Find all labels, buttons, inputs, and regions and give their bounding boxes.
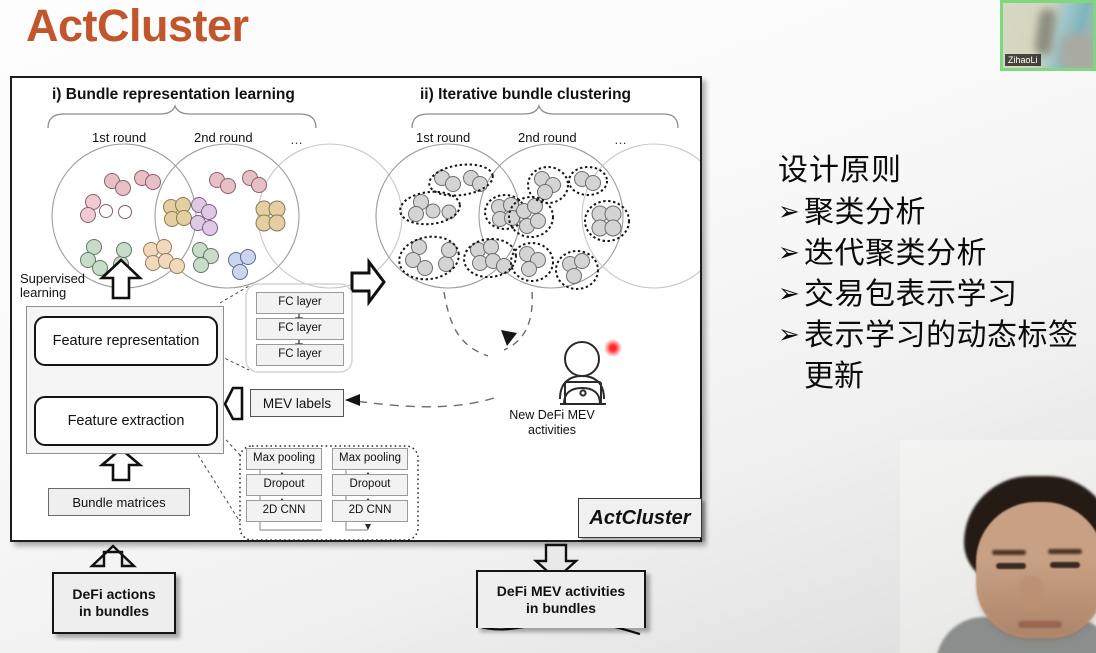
new-defi-mev-caption: New DeFi MEV activities bbox=[509, 408, 595, 437]
chevron-right-icon: ➢ bbox=[778, 238, 801, 268]
defi-mev-activities-box: DeFi MEV activities in bundles bbox=[476, 570, 646, 628]
participant-name-label: ZihaoLi bbox=[1005, 54, 1041, 66]
round-label-right-1: 1st round bbox=[416, 130, 471, 145]
round-label-right-more: … bbox=[614, 132, 628, 147]
bundle-matrices-box: Bundle matrices bbox=[48, 488, 190, 516]
outline-panel: 设计原则 ➢ 聚类分析 ➢ 迭代聚类分析 ➢ 交易包表示学习 ➢ 表示学习的动态… bbox=[778, 150, 1096, 397]
feature-representation-box: Feature representation bbox=[34, 316, 218, 366]
video-figure-blob-secondary bbox=[1059, 33, 1093, 68]
fc-layer-2: FC layer bbox=[256, 318, 344, 340]
outline-item-2-label: 迭代聚类分析 bbox=[804, 236, 987, 271]
section-title-iterative-clustering: ii) Iterative bundle clustering bbox=[420, 86, 632, 103]
cnn-left-dropout: Dropout bbox=[246, 474, 322, 496]
presenter-eye-right bbox=[1050, 562, 1080, 568]
screen-root: ActCluster i) Bundle representation lear… bbox=[0, 0, 1096, 653]
outline-item-3-label: 交易包表示学习 bbox=[804, 277, 1018, 312]
outline-heading: 设计原则 bbox=[778, 153, 902, 188]
outline-item-4: ➢ 表示学习的动态标签 bbox=[778, 315, 1096, 356]
round-label-left-more: … bbox=[290, 132, 304, 147]
section-title-bundle-representation: i) Bundle representation learning bbox=[52, 86, 295, 103]
presenter-eyebrow-right bbox=[1048, 549, 1082, 554]
outline-item-3: ➢ 交易包表示学习 bbox=[778, 274, 1096, 315]
chevron-right-icon: ➢ bbox=[778, 197, 801, 227]
defi-actions-box: DeFi actions in bundles bbox=[52, 572, 176, 634]
outline-item-2: ➢ 迭代聚类分析 bbox=[778, 233, 1096, 274]
outline-item-4-label: 表示学习的动态标签 bbox=[804, 318, 1079, 353]
supervised-learning-label: Supervised learning bbox=[20, 271, 86, 301]
round-label-left-1: 1st round bbox=[92, 130, 147, 145]
outline-item-4-continuation: 更新 bbox=[804, 359, 864, 394]
cnn-right-max-pooling: Max pooling bbox=[332, 448, 408, 470]
cnn-left-2d-cnn: 2D CNN bbox=[246, 500, 322, 522]
presenter-mouth bbox=[1018, 621, 1062, 628]
chevron-right-icon: ➢ bbox=[778, 320, 801, 350]
architecture-diagram: i) Bundle representation learning ii) It… bbox=[10, 76, 702, 542]
cnn-left-max-pooling: Max pooling bbox=[246, 448, 322, 470]
presenter-nose bbox=[1020, 576, 1042, 610]
feature-extraction-box: Feature extraction bbox=[34, 396, 218, 446]
fc-layer-1: FC layer bbox=[256, 292, 344, 314]
presenter-eyebrow-left bbox=[992, 550, 1026, 555]
cnn-right-2d-cnn: 2D CNN bbox=[332, 500, 408, 522]
presenter-video-feed[interactable] bbox=[900, 440, 1096, 653]
outline-item-1-label: 聚类分析 bbox=[804, 195, 926, 230]
cnn-right-dropout: Dropout bbox=[332, 474, 408, 496]
page-title: ActCluster bbox=[26, 0, 249, 51]
laser-pointer-dot bbox=[604, 339, 622, 357]
fc-layer-3: FC layer bbox=[256, 344, 344, 366]
presenter-eye-left bbox=[996, 563, 1026, 569]
round-label-left-2: 2nd round bbox=[194, 130, 253, 145]
round-label-right-2: 2nd round bbox=[518, 130, 577, 145]
participant-video-tile-small[interactable]: ZihaoLi bbox=[1000, 0, 1096, 71]
outline-item-1: ➢ 聚类分析 bbox=[778, 192, 1096, 233]
chevron-right-icon: ➢ bbox=[778, 279, 801, 309]
actcluster-watermark: ActCluster bbox=[578, 498, 702, 538]
mev-labels-box: MEV labels bbox=[250, 389, 344, 417]
